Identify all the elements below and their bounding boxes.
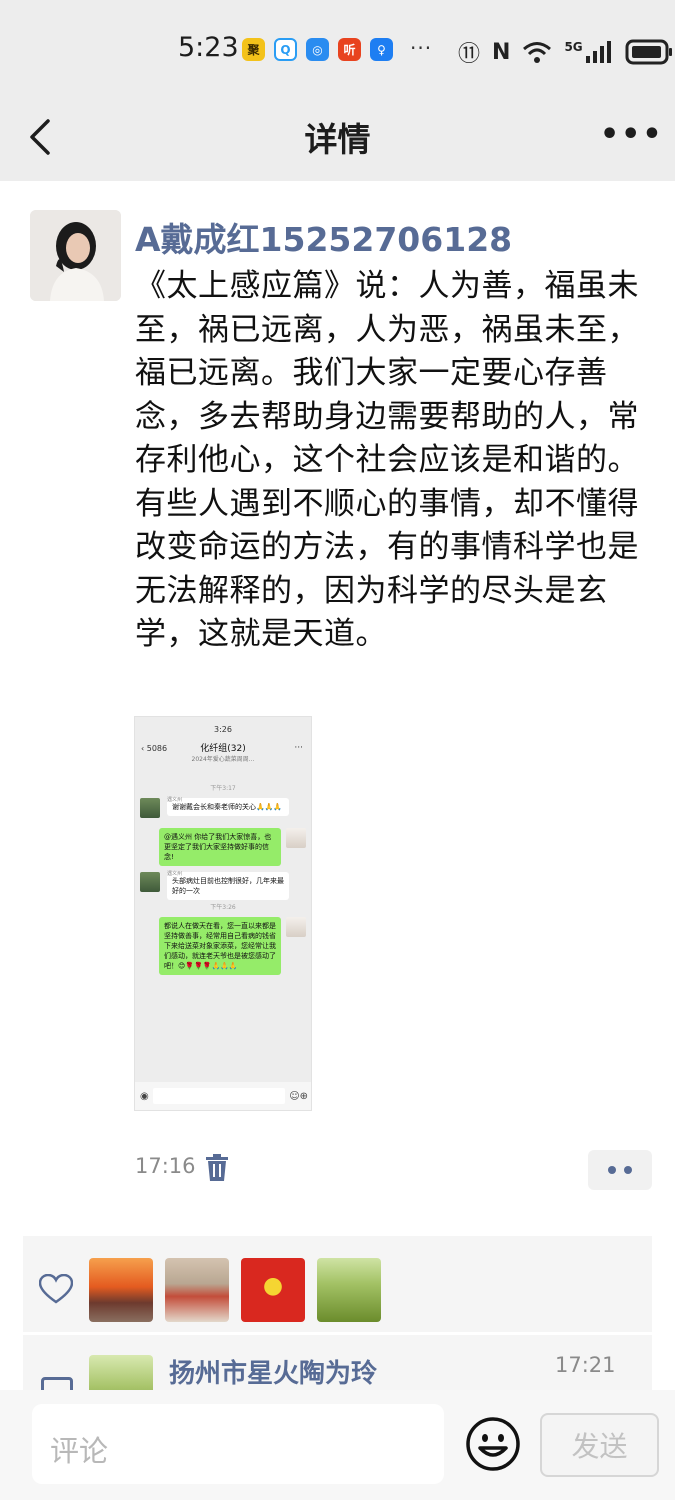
app-notification-icon: 听 xyxy=(338,38,361,61)
dot-icon xyxy=(608,1166,616,1174)
image-timestamp: 下午3:17 xyxy=(210,785,236,792)
image-voice-icon: ◉ xyxy=(140,1090,149,1102)
image-sender: 遇义州 xyxy=(167,797,183,803)
liker-avatars xyxy=(89,1258,381,1322)
more-menu-icon[interactable]: ••• xyxy=(600,117,664,152)
wifi-icon xyxy=(523,42,552,63)
like-comment-button[interactable] xyxy=(588,1150,652,1190)
post-image[interactable]: 3:26 ‹ 5086 化纤组(32) 2024年爱心蔬菜周周... ··· 下… xyxy=(134,716,312,1111)
comment-item[interactable]: 扬州市星火陶为玲 17:21 xyxy=(23,1335,652,1390)
ring-mode-icon: ⑪ xyxy=(458,42,481,67)
image-input-field xyxy=(152,1088,286,1104)
image-avatar xyxy=(286,828,306,848)
status-time: 5:23 xyxy=(178,32,239,63)
image-message: 都说人在做天在看，您一直以来都是坚持做善事，经常用自己看病的钱省下来给送菜对象家… xyxy=(135,917,311,975)
image-message: 遇义州 头部病灶目前也控制很好，几年来最好的一次 xyxy=(135,871,311,900)
battery-icon xyxy=(625,39,672,65)
image-timestamp: 下午3:26 xyxy=(210,904,236,911)
image-nav: ‹ 5086 化纤组(32) 2024年爱心蔬菜周周... ··· xyxy=(135,741,311,769)
comment-icon xyxy=(41,1377,73,1390)
image-input-bar: ◉ ☺⊕ xyxy=(135,1082,311,1110)
app-notification-icon: ◎ xyxy=(306,38,329,61)
network-type: 5G xyxy=(564,40,583,54)
heart-icon xyxy=(39,1274,73,1304)
page-title: 详情 xyxy=(304,120,371,159)
commenter-name[interactable]: 扬州市星火陶为玲 xyxy=(169,1353,377,1390)
post-text: 《太上感应篇》说：人为善，福虽未至，祸已远离，人为恶，祸虽未至，福已远离。我们大… xyxy=(135,268,639,652)
app-notification-icon: ♀ xyxy=(370,38,393,61)
system-icons: ⑪ N 5G xyxy=(458,36,673,68)
image-message: @遇义州 你给了我们大家惊喜，也更坚定了我们大家坚持做好事的信念! xyxy=(135,828,311,866)
image-chat-subtitle: 2024年爱心蔬菜周周... xyxy=(191,756,255,763)
nfc-icon: N xyxy=(492,39,511,65)
image-avatar xyxy=(286,917,306,937)
dot-icon xyxy=(624,1166,632,1174)
author-avatar[interactable] xyxy=(30,210,121,301)
image-bubble: @遇义州 你给了我们大家惊喜，也更坚定了我们大家坚持做好事的信念! xyxy=(159,828,281,866)
image-avatar xyxy=(140,872,160,892)
likes-section xyxy=(23,1236,652,1332)
nav-bar: 详情 ••• xyxy=(0,95,675,181)
image-bubble: 都说人在做天在看，您一直以来都是坚持做善事，经常用自己看病的钱省下来给送菜对象家… xyxy=(159,917,281,975)
notification-icons: 聚 Q ◎ 听 ♀ xyxy=(242,38,393,61)
app-notification-icon: 聚 xyxy=(242,38,265,61)
comment-time: 17:21 xyxy=(555,1353,616,1377)
status-bar: 5:23 聚 Q ◎ 听 ♀ ··· ⑪ N 5G xyxy=(0,0,675,95)
signal-icon xyxy=(585,41,611,63)
commenter-avatar[interactable] xyxy=(89,1355,153,1390)
comment-bar: 评论 发送 xyxy=(0,1390,675,1500)
image-bubble: 谢谢戴会长和秦老师的关心🙏🙏🙏 xyxy=(167,798,289,816)
image-message: 遇义州 谢谢戴会长和秦老师的关心🙏🙏🙏 xyxy=(135,797,311,822)
liker-avatar[interactable] xyxy=(241,1258,305,1322)
post-time: 17:16 xyxy=(135,1154,196,1178)
liker-avatar[interactable] xyxy=(317,1258,381,1322)
author-name[interactable]: A戴成红15252706128 xyxy=(135,213,512,261)
trash-icon[interactable] xyxy=(205,1154,229,1182)
send-button[interactable]: 发送 xyxy=(540,1413,659,1477)
image-back-count: ‹ 5086 xyxy=(141,744,168,753)
image-avatar xyxy=(140,798,160,818)
comment-input[interactable]: 评论 xyxy=(32,1404,444,1484)
image-emoji-icon: ☺⊕ xyxy=(289,1090,308,1102)
image-sender: 遇义州 xyxy=(167,871,183,877)
more-notifications-icon: ··· xyxy=(410,36,433,60)
liker-avatar[interactable] xyxy=(165,1258,229,1322)
liker-avatar[interactable] xyxy=(89,1258,153,1322)
app-notification-icon: Q xyxy=(274,38,297,61)
image-bubble: 头部病灶目前也控制很好，几年来最好的一次 xyxy=(167,872,289,900)
emoji-icon[interactable] xyxy=(465,1416,521,1472)
image-status-time: 3:26 xyxy=(214,724,232,734)
image-more-icon: ··· xyxy=(294,743,303,753)
